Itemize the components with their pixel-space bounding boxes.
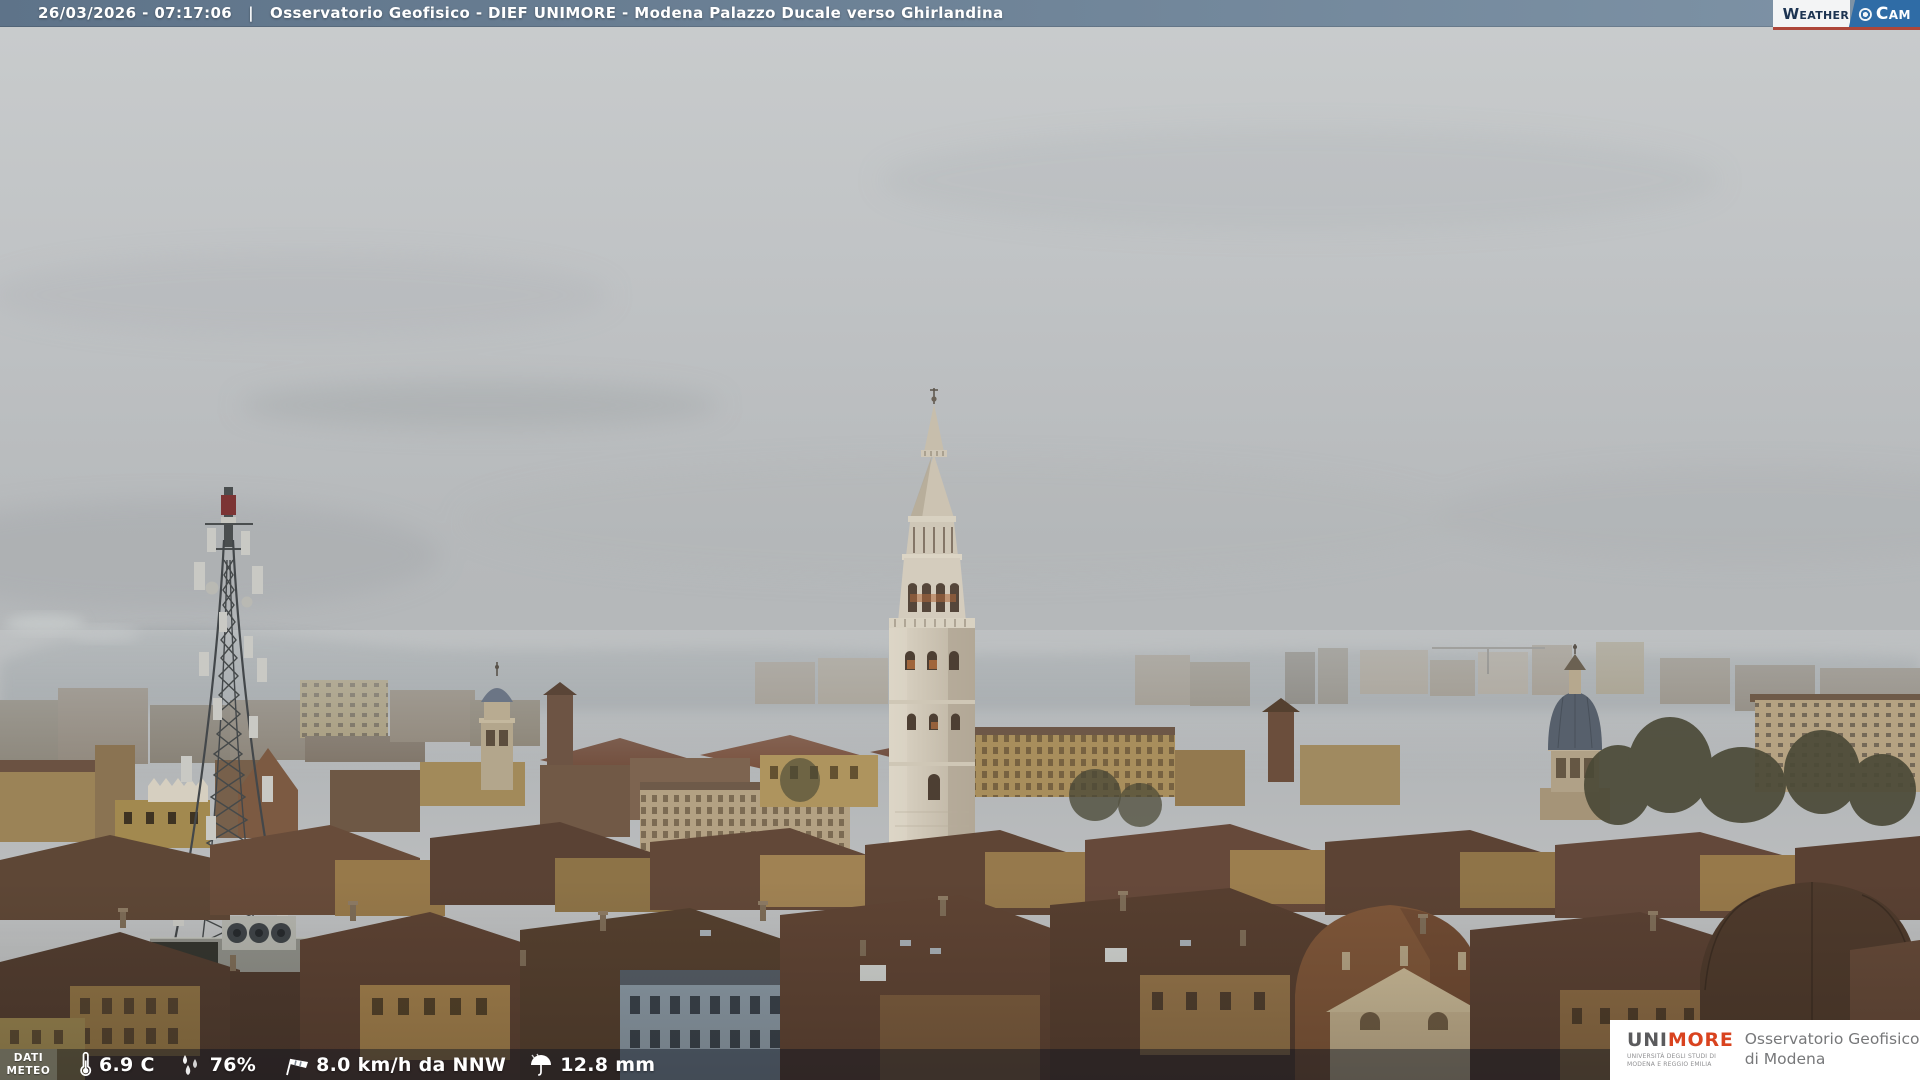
separator: |	[248, 4, 255, 22]
weathercam-logo-cam: Cam	[1848, 0, 1920, 27]
temperature-reading: 6.9 C	[79, 1052, 155, 1077]
precipitation-reading: 12.8 mm	[528, 1053, 655, 1077]
wind-reading: 8.0 km/h da NNW	[282, 1053, 506, 1077]
dati-meteo-label: DATI METEO	[0, 1049, 57, 1080]
webcam-photo	[0, 0, 1920, 1080]
webcam-page: 26/03/2026 - 07:17:06 | Osservatorio Geo…	[0, 0, 1920, 1080]
weathercam-logo: Weather Cam	[1772, 0, 1920, 30]
unimore-branding: UNIMORE UNIVERSITÀ DEGLI STUDI DI MODENA…	[1610, 1020, 1920, 1080]
rain-icon	[531, 1053, 552, 1076]
wind-icon	[286, 1058, 309, 1075]
camera-lens-icon	[1859, 7, 1873, 20]
unimore-wordmark: UNIMORE UNIVERSITÀ DEGLI STUDI DI MODENA…	[1627, 1028, 1734, 1068]
observatory-name: Osservatorio Geofisico di Modena	[1744, 1030, 1920, 1068]
top-info-bar: 26/03/2026 - 07:17:06 | Osservatorio Geo…	[0, 0, 1920, 27]
timestamp: 26/03/2026 - 07:17:06	[38, 4, 233, 22]
humidity-icon	[182, 1054, 197, 1075]
thermometer-icon	[80, 1052, 92, 1076]
university-tagline: UNIVERSITÀ DEGLI STUDI DI MODENA E REGGI…	[1627, 1052, 1717, 1068]
humidity-reading: 76%	[177, 1053, 256, 1077]
camera-title: Osservatorio Geofisico - DIEF UNIMORE - …	[270, 4, 1004, 22]
weathercam-logo-weather: Weather	[1772, 0, 1851, 27]
